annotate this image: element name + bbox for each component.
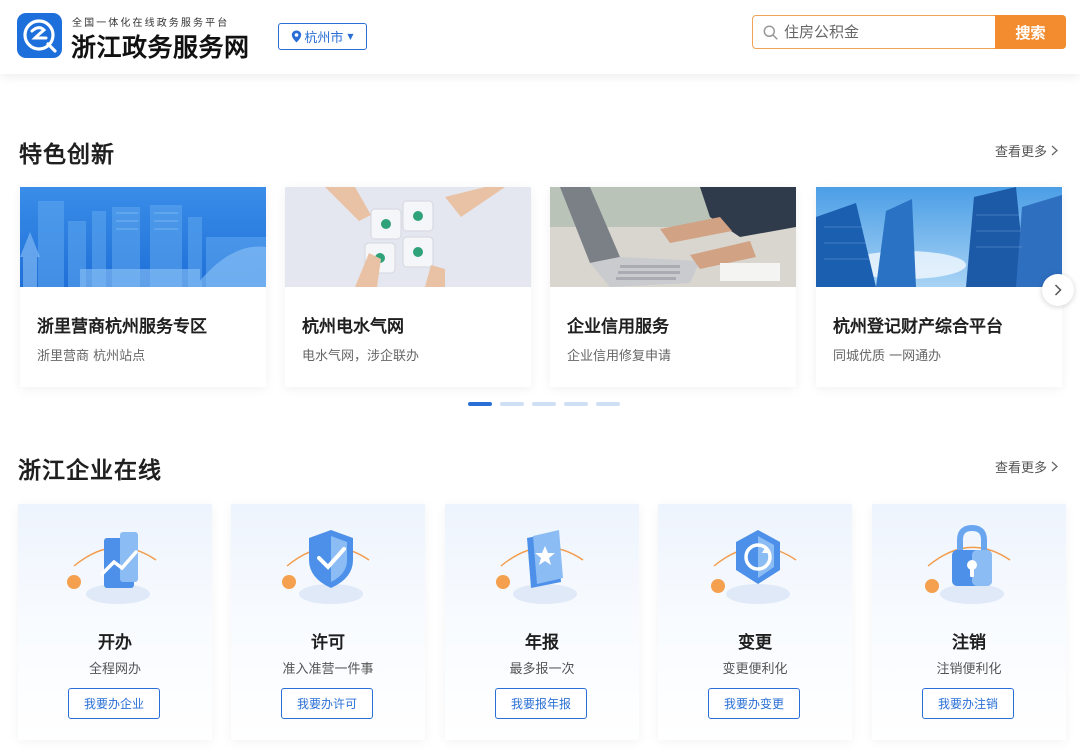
enterprise-section-title: 浙江企业在线 bbox=[18, 458, 162, 484]
featured-more-link[interactable]: 查看更多 bbox=[995, 141, 1058, 160]
service-action-button[interactable]: 我要办注销 bbox=[922, 688, 1014, 719]
service-action-button[interactable]: 我要办企业 bbox=[68, 688, 160, 719]
shield-check-icon bbox=[282, 530, 370, 604]
chevron-right-icon bbox=[1054, 284, 1062, 296]
card-desc: 同城优质 一网通办 bbox=[833, 349, 942, 364]
laptop-typing-image bbox=[550, 187, 796, 287]
service-action-button[interactable]: 我要办许可 bbox=[281, 688, 373, 719]
carousel-dot[interactable] bbox=[596, 402, 620, 406]
skyscrapers-image bbox=[816, 187, 1062, 287]
service-card-report: 年报 最多报一次 我要报年报 bbox=[445, 504, 639, 740]
more-link-label: 查看更多 bbox=[995, 145, 1048, 160]
card-title: 杭州登记财产综合平台 bbox=[833, 317, 1003, 337]
top-header: 全国一体化在线政务服务平台 浙江政务服务网 杭州市 ▼ 搜索 bbox=[0, 0, 1080, 74]
padlock-icon bbox=[925, 524, 1011, 604]
card-desc: 企业信用修复申请 bbox=[567, 349, 672, 364]
search-box: 搜索 bbox=[752, 15, 1066, 49]
card-desc: 浙里营商 杭州站点 bbox=[37, 349, 146, 364]
service-name: 许可 bbox=[311, 633, 345, 653]
service-card-cancel: 注销 注销便利化 我要办注销 bbox=[872, 504, 1066, 740]
puzzle-hands-image bbox=[285, 187, 531, 287]
location-pin-icon bbox=[292, 30, 302, 43]
service-action-button[interactable]: 我要报年报 bbox=[495, 688, 587, 719]
service-name: 变更 bbox=[738, 633, 772, 653]
service-name: 年报 bbox=[525, 633, 559, 653]
featured-section-title: 特色创新 bbox=[19, 142, 115, 168]
chevron-right-icon bbox=[1051, 461, 1058, 472]
carousel-dot[interactable] bbox=[468, 402, 492, 406]
enterprise-more-link[interactable]: 查看更多 bbox=[995, 457, 1058, 476]
search-icon bbox=[763, 25, 778, 40]
city-selector[interactable]: 杭州市 ▼ bbox=[278, 23, 367, 50]
chevron-right-icon bbox=[1051, 145, 1058, 156]
service-card-open: 开办 全程网办 我要办企业 bbox=[18, 504, 212, 740]
refresh-hex-icon bbox=[711, 530, 797, 604]
service-sub: 注销便利化 bbox=[936, 662, 1002, 677]
carousel-pagination bbox=[468, 402, 620, 406]
carousel-dot[interactable] bbox=[500, 402, 524, 406]
service-sub: 变更便利化 bbox=[722, 662, 788, 677]
feature-card-credit[interactable]: 企业信用服务 企业信用修复申请 bbox=[550, 187, 796, 387]
card-title: 企业信用服务 bbox=[567, 317, 669, 337]
feature-card-business[interactable]: 浙里营商杭州服务专区 浙里营商 杭州站点 bbox=[20, 187, 266, 387]
card-title: 杭州电水气网 bbox=[302, 317, 404, 337]
service-card-change: 变更 变更便利化 我要办变更 bbox=[658, 504, 852, 740]
city-skyline-image bbox=[20, 187, 266, 287]
service-card-license: 许可 准入准营一件事 我要办许可 bbox=[231, 504, 425, 740]
carousel-dot[interactable] bbox=[532, 402, 556, 406]
card-desc: 电水气网，涉企联办 bbox=[302, 349, 420, 364]
search-button[interactable]: 搜索 bbox=[995, 15, 1066, 49]
service-action-button[interactable]: 我要办变更 bbox=[708, 688, 800, 719]
card-title: 浙里营商杭州服务专区 bbox=[37, 317, 207, 337]
brand-name[interactable]: 浙江政务服务网 bbox=[71, 28, 250, 64]
city-label: 杭州市 bbox=[304, 31, 344, 46]
service-sub: 准入准营一件事 bbox=[282, 662, 374, 677]
carousel-next-button[interactable] bbox=[1042, 274, 1074, 306]
search-input[interactable] bbox=[784, 21, 989, 43]
service-name: 注销 bbox=[952, 633, 986, 653]
service-sub: 最多报一次 bbox=[509, 662, 575, 677]
chart-cube-icon bbox=[67, 532, 157, 604]
feature-card-property[interactable]: 杭州登记财产综合平台 同城优质 一网通办 bbox=[816, 187, 1062, 387]
caret-down-icon: ▼ bbox=[347, 32, 354, 41]
carousel-dot[interactable] bbox=[564, 402, 588, 406]
site-logo-icon[interactable] bbox=[17, 13, 62, 58]
report-book-icon bbox=[496, 530, 584, 604]
more-link-label: 查看更多 bbox=[995, 461, 1048, 476]
service-name: 开办 bbox=[98, 633, 132, 653]
service-sub: 全程网办 bbox=[88, 662, 141, 677]
brand-subtitle: 全国一体化在线政务服务平台 bbox=[72, 18, 230, 29]
feature-card-utilities[interactable]: 杭州电水气网 电水气网，涉企联办 bbox=[285, 187, 531, 387]
